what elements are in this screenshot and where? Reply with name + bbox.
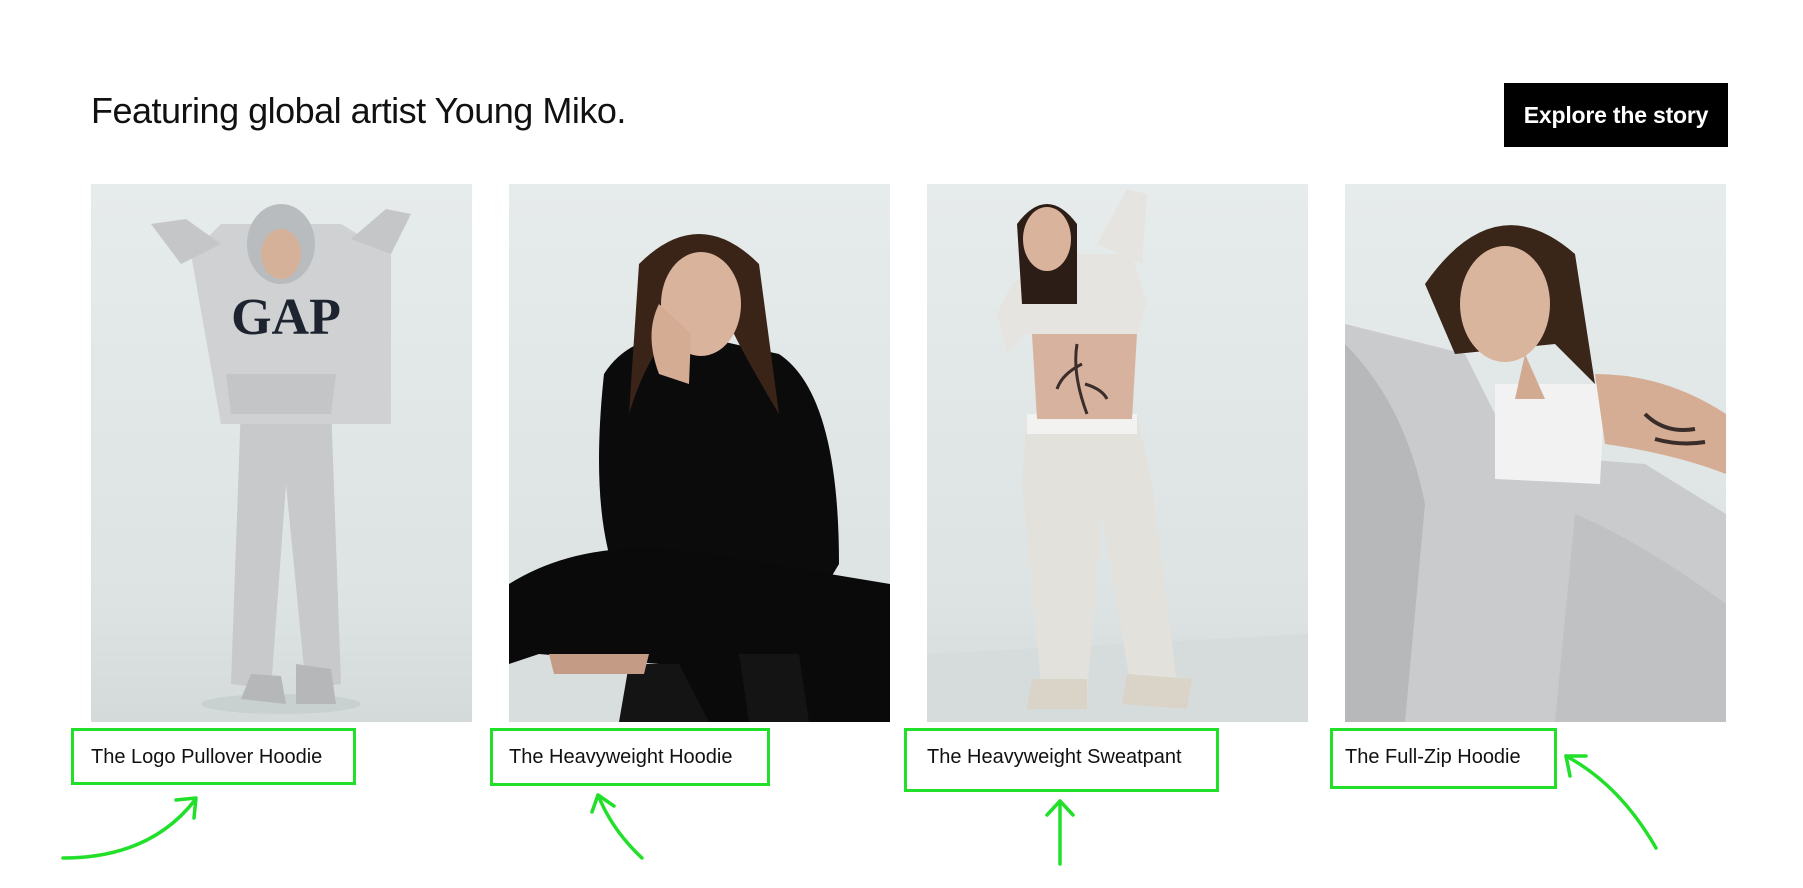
model-photo-icon xyxy=(509,234,890,722)
explore-story-button[interactable]: Explore the story xyxy=(1504,83,1728,147)
arrow-icon xyxy=(1564,754,1658,850)
model-photo-icon: GAP xyxy=(151,204,411,714)
product-photo[interactable] xyxy=(1345,184,1726,722)
product-card[interactable] xyxy=(1345,184,1726,722)
product-card[interactable]: GAP xyxy=(91,184,472,722)
model-photo-icon xyxy=(927,189,1308,722)
highlight-box xyxy=(1330,728,1557,789)
highlight-box xyxy=(490,728,770,786)
model-photo-icon xyxy=(1345,225,1726,722)
product-card[interactable] xyxy=(509,184,890,722)
arrow-icon xyxy=(596,793,644,860)
highlight-box xyxy=(71,728,356,785)
product-photo[interactable] xyxy=(509,184,890,722)
highlight-box xyxy=(904,728,1219,792)
product-card[interactable] xyxy=(927,184,1308,722)
product-photo[interactable] xyxy=(927,184,1308,722)
gap-logo-print: GAP xyxy=(231,289,341,346)
arrow-icon xyxy=(61,798,197,860)
product-photo[interactable]: GAP xyxy=(91,184,472,722)
section-headline: Featuring global artist Young Miko. xyxy=(91,90,626,131)
featured-collection-section: Featuring global artist Young Miko. Expl… xyxy=(0,0,1803,888)
